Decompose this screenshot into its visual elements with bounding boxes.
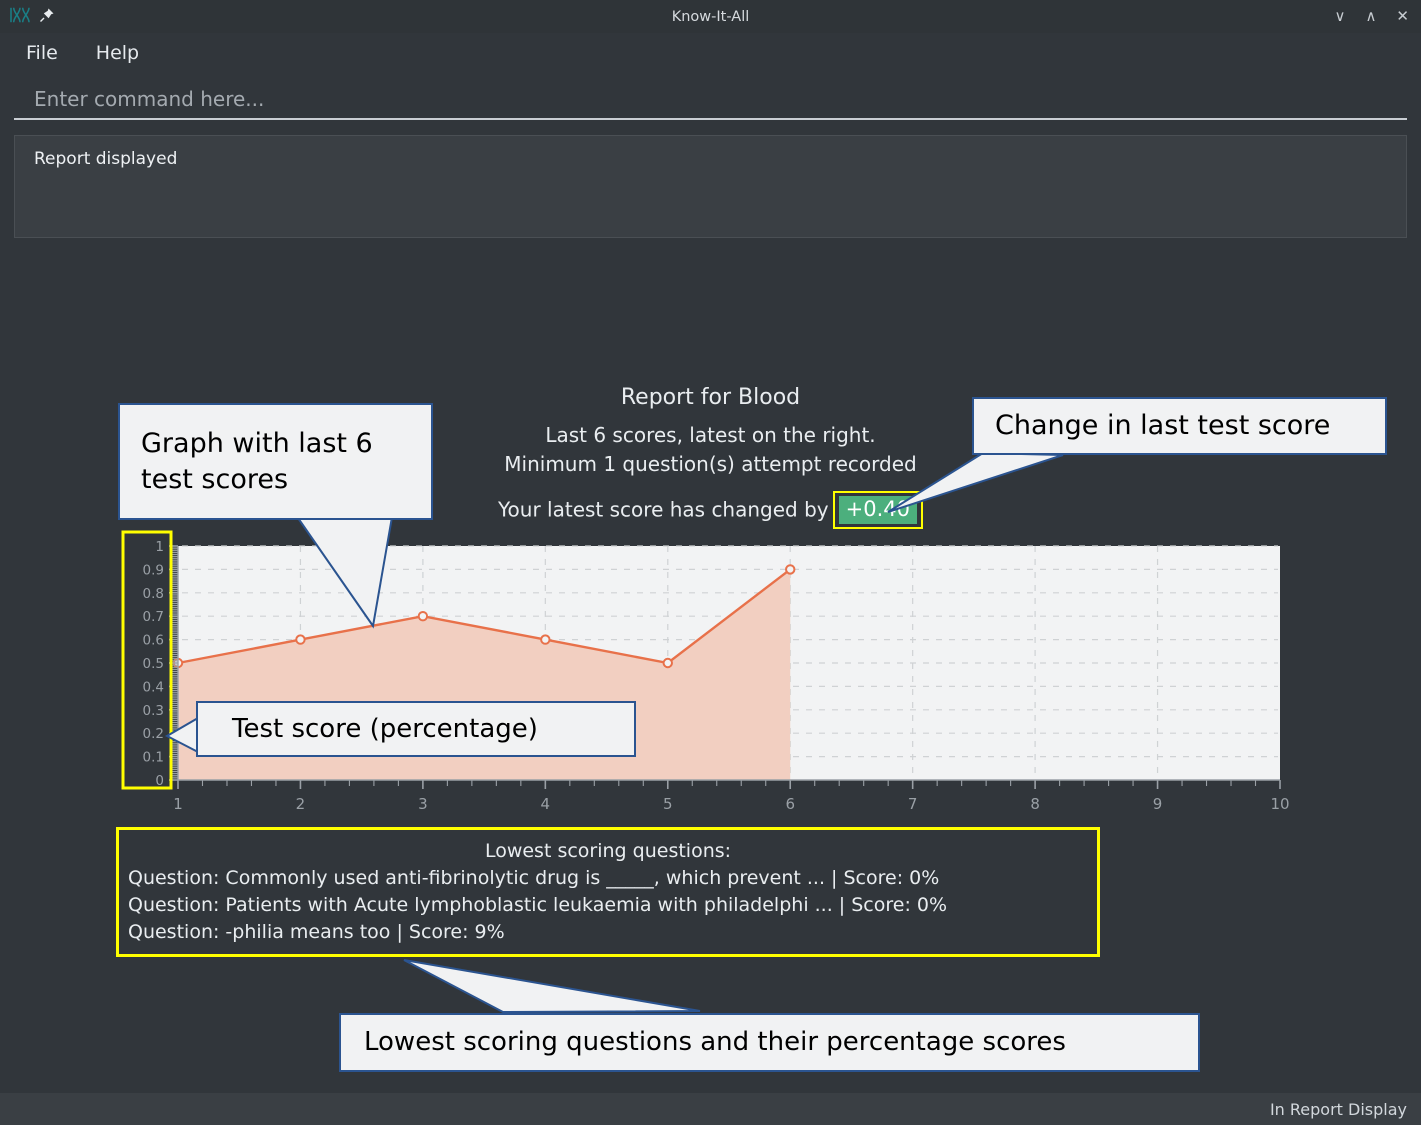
callout-change-label: Change in last test score: [995, 410, 1331, 442]
score-chart-svg: 1 2 3 4 5 6 7 8 9 10 0 0.1 0.2 0.3 0.4 0.5 0.6 0.7 0.8 0.9…: [143, 539, 1290, 813]
callout-score-description: Test score (percentage): [196, 701, 636, 757]
minimize-icon[interactable]: ∨: [1334, 9, 1345, 24]
svg-text:10: 10: [1270, 795, 1289, 813]
lowest-scoring-heading: Lowest scoring questions:: [484, 840, 732, 862]
callout-lowest-label: Lowest scoring questions and their perce…: [364, 1027, 1066, 1058]
svg-text:8: 8: [1030, 795, 1040, 813]
status-bar: In Report Display: [0, 1093, 1421, 1125]
svg-text:5: 5: [663, 795, 673, 813]
score-change-badge: +0.40: [838, 496, 917, 524]
log-text: Report displayed: [34, 149, 178, 169]
command-input[interactable]: [14, 79, 1407, 120]
title-bar-left: [0, 6, 55, 28]
window-title: Know-It-All: [671, 8, 750, 25]
svg-text:0.8: 0.8: [143, 586, 164, 602]
svg-text:4: 4: [541, 795, 551, 813]
svg-text:0: 0: [155, 773, 164, 789]
chart-y-axis: 0 0.1 0.2 0.3 0.4 0.5 0.6 0.7 0.8 0.9 1: [143, 539, 179, 789]
lowest-scoring-question: Question: Commonly used anti-fibrinolyti…: [128, 867, 940, 889]
svg-text:0.9: 0.9: [143, 562, 164, 578]
chart-x-axis: 1 2 3 4 5 6 7 8 9 10: [173, 779, 1290, 813]
close-icon[interactable]: ✕: [1396, 9, 1409, 24]
menu-item-help[interactable]: Help: [92, 40, 143, 66]
lowest-scoring-box: Lowest scoring questions: Question: Comm…: [116, 827, 1100, 957]
callout-lowest-description: Lowest scoring questions and their perce…: [339, 1013, 1200, 1072]
window-controls: ∨ ∧ ✕: [1334, 0, 1409, 33]
svg-text:0.1: 0.1: [143, 750, 164, 766]
svg-text:6: 6: [785, 795, 795, 813]
callout-score-label: Test score (percentage): [232, 713, 538, 744]
title-bar: Know-It-All ∨ ∧ ✕: [0, 0, 1421, 33]
dna-logo-icon: [9, 6, 31, 28]
score-chart: 1 2 3 4 5 6 7 8 9 10 0 0.1 0.2 0.3 0.4 0.5 0.6 0.7 0.8 0.9…: [0, 530, 1421, 820]
log-output-box: Report displayed: [14, 135, 1407, 238]
callout-graph-label: Graph with last 6 test scores: [141, 427, 373, 495]
svg-text:9: 9: [1153, 795, 1163, 813]
svg-text:1: 1: [155, 539, 164, 555]
menu-bar: File Help: [0, 33, 1421, 73]
pin-icon[interactable]: [39, 7, 55, 27]
score-change-highlight: +0.40: [832, 491, 923, 529]
svg-text:0.2: 0.2: [143, 726, 164, 742]
svg-text:0.6: 0.6: [143, 633, 164, 649]
menu-item-file[interactable]: File: [22, 40, 62, 66]
command-input-wrapper: [14, 79, 1407, 124]
svg-text:0.5: 0.5: [143, 656, 164, 672]
score-change-prefix: Your latest score has changed by: [498, 497, 829, 522]
svg-text:3: 3: [418, 795, 428, 813]
callout-graph-description: Graph with last 6 test scores: [118, 403, 433, 520]
svg-text:0.7: 0.7: [143, 609, 164, 625]
svg-text:0.4: 0.4: [143, 679, 164, 695]
svg-text:0.3: 0.3: [143, 703, 164, 719]
lowest-scoring-question: Question: -philia means too | Score: 9%: [128, 921, 505, 943]
status-text: In Report Display: [1269, 1099, 1407, 1119]
svg-text:7: 7: [908, 795, 918, 813]
svg-text:1: 1: [173, 795, 183, 813]
svg-text:2: 2: [296, 795, 306, 813]
callout-change-description: Change in last test score: [972, 397, 1387, 455]
lowest-scoring-question: Question: Patients with Acute lymphoblas…: [128, 894, 948, 916]
maximize-icon[interactable]: ∧: [1365, 9, 1376, 24]
